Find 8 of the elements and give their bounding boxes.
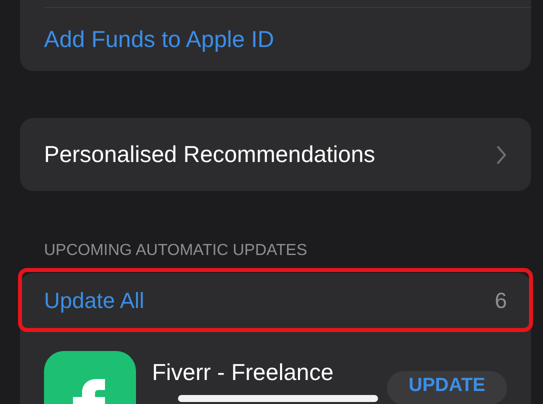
update-button[interactable]: UPDATE — [387, 371, 507, 404]
app-name: Fiverr - Freelance — [152, 359, 334, 386]
update-all-link[interactable]: Update All — [44, 288, 144, 314]
chevron-icon[interactable] — [496, 144, 507, 164]
update-count: 6 — [494, 288, 507, 314]
add-funds-link[interactable]: Add Funds to Apple ID — [44, 26, 274, 53]
recommendations-label: Personalised Recommendations — [44, 141, 376, 168]
section-header: UPCOMING AUTOMATIC UPDATES — [44, 242, 308, 261]
